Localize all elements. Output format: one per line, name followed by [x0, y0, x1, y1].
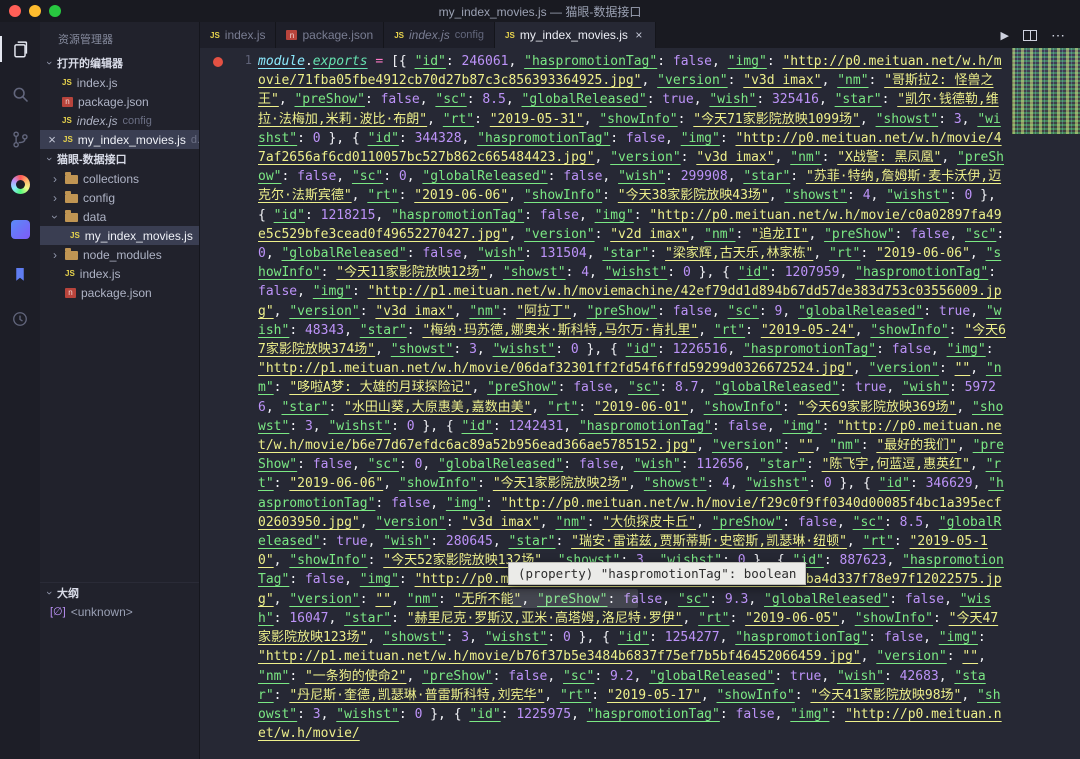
traffic-lights — [9, 5, 61, 17]
file-label: index.js — [76, 75, 118, 90]
split-editor-icon[interactable] — [1023, 29, 1037, 41]
hovered-word-highlight — [510, 589, 638, 608]
tree-folder-data[interactable]: › data — [40, 207, 199, 226]
js-file-icon: JS — [394, 30, 404, 40]
folder-label: node_modules — [83, 247, 162, 262]
js-file-icon: JS — [210, 30, 220, 40]
line-number: 1 — [244, 53, 252, 67]
open-editor-index-js-config[interactable]: JS index.js config — [40, 111, 199, 130]
folder-icon — [65, 248, 78, 260]
code-editor: 1 module.exports = [{ "id": 246061, "has… — [200, 48, 1080, 759]
file-label: index.js — [79, 266, 121, 281]
tree-folder-collections[interactable]: › collections — [40, 169, 199, 188]
chevron-right-icon: › — [53, 247, 57, 262]
more-actions-icon[interactable]: ⋯ — [1051, 27, 1066, 44]
open-editor-my-index-movies-js[interactable]: × JS my_index_movies.js d... — [40, 130, 199, 149]
tab-dir-hint: config — [454, 29, 485, 41]
minimap[interactable] — [1012, 48, 1080, 134]
tree-file-my-index-movies-js[interactable]: JS my_index_movies.js — [40, 226, 199, 245]
symbol-unknown-icon: [∅] — [50, 606, 66, 618]
chevron-down-icon: › — [43, 590, 55, 595]
sidebar-title: 资源管理器 — [58, 34, 113, 46]
workbench: 资源管理器 › 打开的编辑器 JS index.js n package.jso… — [0, 22, 1080, 759]
chevron-right-icon: › — [53, 190, 57, 205]
zoom-window-button[interactable] — [49, 5, 61, 17]
folder-label: collections — [83, 171, 140, 186]
folder-open-icon — [65, 210, 78, 222]
open-editor-package-json[interactable]: n package.json — [40, 92, 199, 111]
js-file-icon: JS — [63, 135, 73, 144]
chevron-down-icon: › — [43, 157, 55, 161]
folder-icon — [65, 172, 78, 184]
extension-box-icon[interactable] — [0, 216, 40, 242]
tab-my-index-movies-js[interactable]: JS my_index_movies.js × — [495, 22, 656, 48]
open-editors-label: 打开的编辑器 — [57, 58, 123, 70]
editor-actions: ▶ ⋯ — [1001, 22, 1080, 48]
hover-tooltip: (property) "haspromotionTag": boolean — [508, 562, 807, 585]
editor-code[interactable]: module.exports = [{ "id": 246061, "haspr… — [258, 52, 1008, 759]
folder-label: data — [83, 209, 107, 224]
project-folder-header[interactable]: › 猫眼-数据接口 — [40, 149, 199, 169]
open-editor-index-js[interactable]: JS index.js — [40, 73, 199, 92]
outline-item-unknown[interactable]: [∅] <unknown> — [40, 602, 199, 621]
sidebar-explorer: 资源管理器 › 打开的编辑器 JS index.js n package.jso… — [40, 22, 200, 759]
folder-label: config — [83, 190, 116, 205]
file-label: my_index_movies.js — [77, 132, 186, 147]
js-file-icon: JS — [62, 116, 72, 125]
run-icon[interactable]: ▶ — [1001, 29, 1009, 42]
tab-label: index.js — [224, 28, 266, 42]
tree-file-package-json[interactable]: n package.json — [40, 283, 199, 302]
project-folder-label: 猫眼-数据接口 — [57, 154, 127, 166]
file-dir-hint: config — [122, 114, 152, 127]
file-label: package.json — [81, 285, 152, 300]
extension-ring-icon[interactable] — [0, 171, 40, 197]
chevron-right-icon: › — [53, 171, 57, 186]
history-icon[interactable] — [0, 306, 40, 332]
tree-folder-node-modules[interactable]: › node_modules — [40, 245, 199, 264]
titlebar: my_index_movies.js — 猫眼-数据接口 — [0, 0, 1080, 22]
file-label: my_index_movies.js — [84, 228, 193, 243]
js-file-icon: JS — [70, 231, 80, 240]
folder-icon — [65, 191, 78, 203]
outline-label: 大纲 — [57, 587, 79, 600]
js-file-icon: JS — [65, 269, 75, 278]
chevron-down-icon: › — [43, 61, 55, 65]
close-icon[interactable]: × — [633, 28, 645, 42]
outline-item-label: <unknown> — [70, 604, 133, 619]
outline-header[interactable]: › 大纲 — [40, 582, 199, 602]
js-file-icon: JS — [62, 78, 72, 87]
source-control-icon[interactable] — [0, 126, 40, 152]
file-label: package.json — [78, 94, 149, 109]
activity-bar — [0, 22, 40, 759]
editor-area: JS index.js n package.json JS index.js c… — [200, 22, 1080, 759]
tab-label: package.json — [302, 28, 374, 42]
tab-index-js-config[interactable]: JS index.js config — [384, 22, 496, 48]
vscode-window: my_index_movies.js — 猫眼-数据接口 资源管理器 › 打开的… — [0, 0, 1080, 759]
close-window-button[interactable] — [9, 5, 21, 17]
explorer-icon[interactable] — [0, 36, 40, 62]
open-editors-header[interactable]: › 打开的编辑器 — [40, 53, 199, 73]
chevron-down-icon: › — [48, 214, 62, 219]
hover-tooltip-text: (property) "haspromotionTag": boolean — [518, 566, 797, 581]
minimize-window-button[interactable] — [29, 5, 41, 17]
tree-file-index-js[interactable]: JS index.js — [40, 264, 199, 283]
tree-folder-config[interactable]: › config — [40, 188, 199, 207]
npm-file-icon: n — [62, 96, 73, 107]
file-dir-hint: d... — [190, 133, 199, 146]
close-icon[interactable]: × — [46, 132, 58, 147]
search-icon[interactable] — [0, 81, 40, 107]
file-label: index.js — [76, 113, 118, 128]
tab-bar: JS index.js n package.json JS index.js c… — [200, 22, 1080, 48]
tab-index-js[interactable]: JS index.js — [200, 22, 277, 48]
window-title: my_index_movies.js — 猫眼-数据接口 — [438, 4, 642, 19]
tab-label: index.js — [409, 28, 450, 42]
npm-file-icon: n — [286, 30, 298, 40]
npm-file-icon: n — [65, 287, 76, 298]
tab-package-json[interactable]: n package.json — [276, 22, 385, 48]
tab-label: my_index_movies.js — [519, 28, 628, 42]
js-file-icon: JS — [505, 30, 515, 40]
bookmarks-icon[interactable] — [0, 261, 40, 287]
